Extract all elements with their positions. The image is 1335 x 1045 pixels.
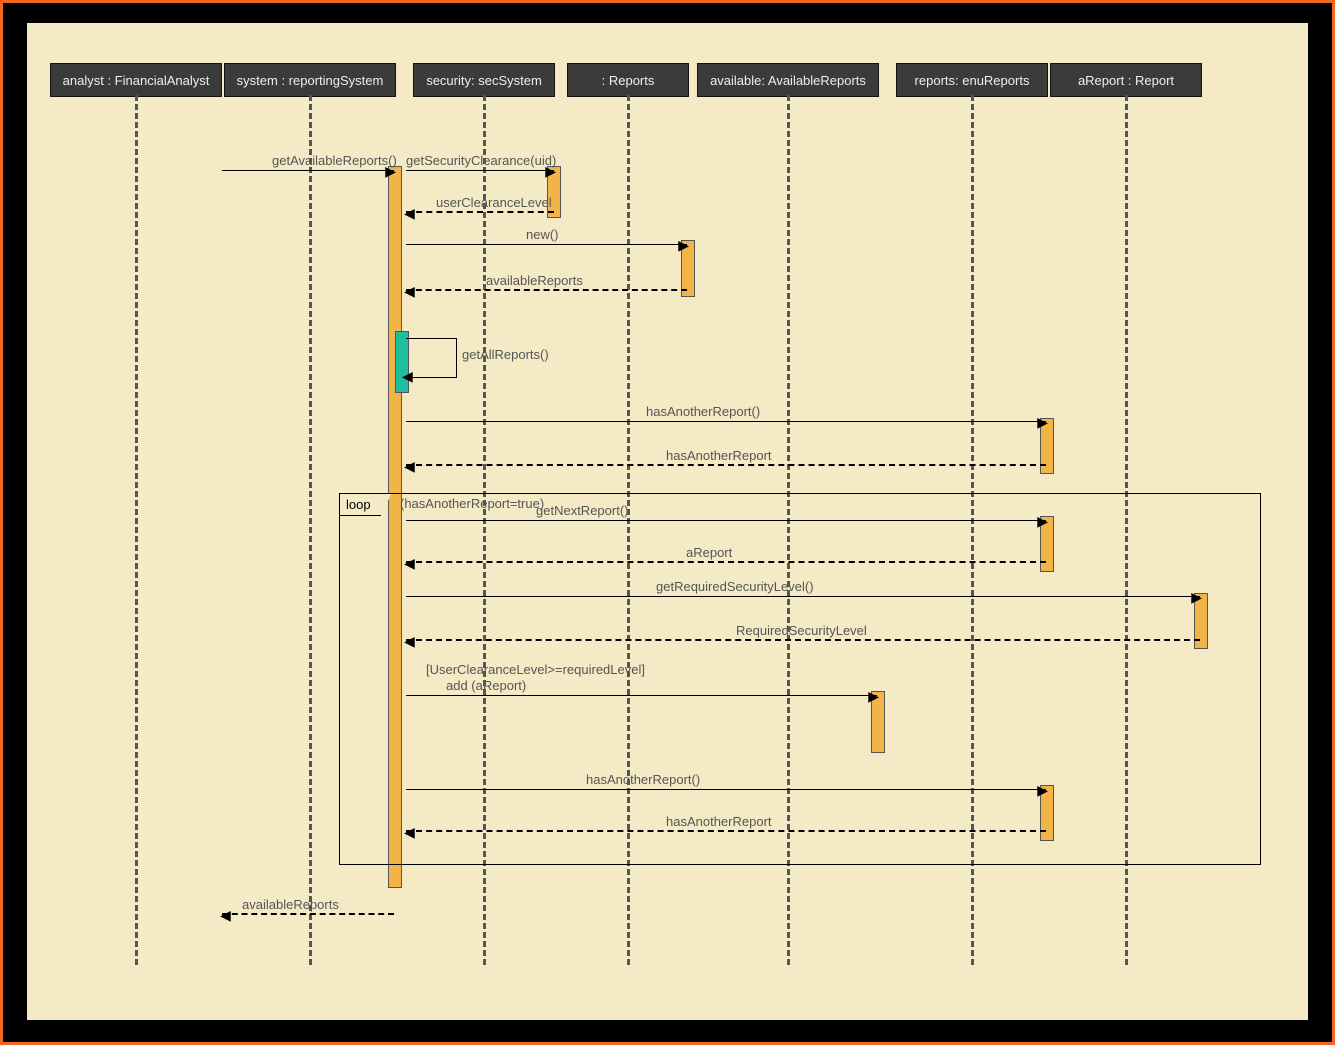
message-label: getRequiredSecurityLevel() (656, 579, 814, 594)
arrow-head-icon: ▶ (545, 165, 556, 177)
participant: aReport : Report (1050, 63, 1202, 97)
fragment-guard: (hasAnotherReport=true) (400, 496, 544, 511)
arrow-head-icon: ▶ (868, 690, 879, 702)
arrow-head-icon: ◀ (402, 368, 413, 385)
message-arrow: getNextReport()▶ (406, 520, 1046, 521)
message-label: RequiredSecurityLevel (736, 623, 867, 638)
message-arrow: add (aReport)[UserClearanceLevel>=requir… (406, 695, 877, 696)
arrow-head-icon: ◀ (404, 460, 415, 472)
message-guard: [UserClearanceLevel>=requiredLevel] (426, 662, 645, 677)
message-arrow: hasAnotherReport()▶ (406, 421, 1046, 422)
message-label: userClearanceLevel (436, 195, 552, 210)
message-label: hasAnotherReport() (646, 404, 760, 419)
message-arrow: aReport◀ (406, 561, 1046, 563)
diagram-frame: analyst : FinancialAnalystsystem : repor… (0, 0, 1335, 1045)
message-label: aReport (686, 545, 732, 560)
message-label: getAvailableReports() (272, 153, 397, 168)
arrow-head-icon: ◀ (220, 909, 231, 921)
participant: : Reports (567, 63, 689, 97)
message-label: hasAnotherReport() (586, 772, 700, 787)
message-label: getNextReport() (536, 503, 628, 518)
arrow-head-icon: ▶ (1191, 591, 1202, 603)
message-arrow: userClearanceLevel◀ (406, 211, 554, 213)
message-arrow: getAvailableReports()▶ (222, 170, 394, 171)
participant: available: AvailableReports (697, 63, 879, 97)
participant: analyst : FinancialAnalyst (50, 63, 222, 97)
message-arrow: getSecurityClearance(uid)▶ (406, 170, 554, 171)
arrow-head-icon: ▶ (1037, 515, 1048, 527)
message-arrow: RequiredSecurityLevel◀ (406, 639, 1200, 641)
participant: reports: enuReports (896, 63, 1048, 97)
message-arrow: hasAnotherReport()▶ (406, 789, 1046, 790)
message-arrow: hasAnotherReport◀ (406, 464, 1046, 466)
arrow-head-icon: ▶ (1037, 784, 1048, 796)
arrow-head-icon: ◀ (404, 826, 415, 838)
message-arrow: availableReports◀ (406, 289, 687, 291)
message-arrow: availableReports◀ (222, 913, 394, 915)
message-label: getSecurityClearance(uid) (406, 153, 556, 168)
message-label: add (aReport) (446, 678, 526, 693)
arrow-head-icon: ▶ (385, 165, 396, 177)
message-label: hasAnotherReport (666, 448, 772, 463)
message-arrow: new()▶ (406, 244, 687, 245)
message-label: availableReports (242, 897, 339, 912)
participant: system : reportingSystem (224, 63, 396, 97)
arrow-head-icon: ◀ (404, 635, 415, 647)
message-label: availableReports (486, 273, 583, 288)
message-label: hasAnotherReport (666, 814, 772, 829)
arrow-head-icon: ▶ (1037, 416, 1048, 428)
participant: security: secSystem (413, 63, 555, 97)
arrow-head-icon: ◀ (404, 557, 415, 569)
arrow-head-icon: ▶ (678, 239, 689, 251)
message-label: getAllReports() (462, 347, 549, 362)
arrow-head-icon: ◀ (404, 207, 415, 219)
diagram-canvas: analyst : FinancialAnalystsystem : repor… (27, 23, 1308, 1020)
message-arrow: getRequiredSecurityLevel()▶ (406, 596, 1200, 597)
lifeline (135, 95, 138, 965)
lifeline (309, 95, 312, 965)
arrow-head-icon: ◀ (404, 285, 415, 297)
fragment-tag: loop (339, 493, 382, 516)
message-label: new() (526, 227, 559, 242)
self-message: getAllReports()◀ (406, 338, 457, 378)
message-arrow: hasAnotherReport◀ (406, 830, 1046, 832)
